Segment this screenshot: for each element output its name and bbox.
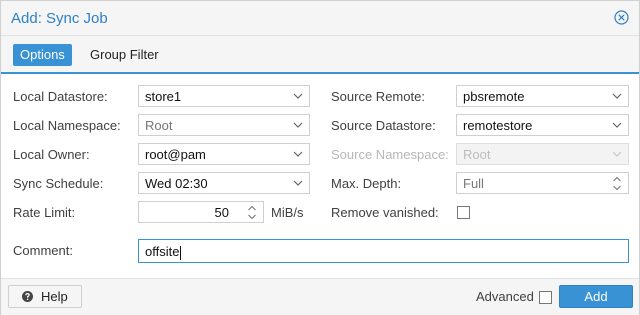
add-button[interactable]: Add [559, 285, 633, 308]
local-namespace-value: Root [145, 118, 173, 133]
comment-input[interactable]: offsite [138, 239, 629, 263]
chevron-down-icon[interactable] [293, 91, 303, 101]
dialog-footer: Help Advanced Add [1, 278, 639, 315]
tab-options[interactable]: Options [13, 44, 72, 66]
chevron-down-icon[interactable] [293, 120, 303, 130]
dialog-titlebar: Add: Sync Job [1, 1, 639, 36]
text-caret [180, 245, 182, 260]
max-depth-label: Max. Depth: [331, 176, 402, 191]
help-label: Help [41, 289, 68, 304]
source-namespace-value: Root [463, 147, 491, 162]
sync-job-dialog: Add: Sync Job Options Group Filter Local… [0, 0, 640, 315]
remove-vanished-checkbox[interactable] [457, 206, 470, 219]
local-owner-select[interactable]: root@pam [138, 143, 310, 165]
local-datastore-label: Local Datastore: [13, 89, 108, 104]
tab-bar: Options Group Filter [1, 36, 639, 74]
advanced-label: Advanced [476, 289, 534, 304]
dialog-title: Add: Sync Job [11, 10, 108, 27]
advanced-checkbox[interactable] [539, 291, 552, 304]
rate-limit-unit: MiB/s [271, 205, 304, 220]
source-namespace-label: Source Namespace: [331, 147, 449, 162]
chevron-down-icon [612, 151, 622, 157]
source-datastore-value: remotestore [463, 118, 533, 133]
local-owner-label: Local Owner: [13, 147, 90, 162]
comment-text: offsite [145, 244, 180, 259]
tab-group-filter[interactable]: Group Filter [83, 44, 166, 66]
source-namespace-select: Root [456, 143, 629, 165]
chevron-down-icon[interactable] [293, 178, 303, 188]
spinner-icon[interactable] [247, 204, 257, 221]
max-depth-value: Full [463, 176, 484, 191]
chevron-down-icon[interactable] [293, 149, 303, 159]
close-icon[interactable] [614, 10, 629, 25]
chevron-down-icon[interactable] [612, 91, 622, 101]
spinner-icon[interactable] [612, 175, 622, 192]
local-owner-value: root@pam [145, 147, 206, 162]
sync-schedule-label: Sync Schedule: [13, 176, 104, 191]
source-remote-select[interactable]: pbsremote [456, 85, 629, 107]
help-button[interactable]: Help [8, 285, 82, 308]
remove-vanished-label: Remove vanished: [331, 205, 439, 220]
rate-limit-value: 50 [214, 205, 229, 220]
local-datastore-value: store1 [145, 89, 182, 104]
sync-schedule-value: Wed 02:30 [145, 176, 208, 191]
source-remote-label: Source Remote: [331, 89, 425, 104]
source-remote-value: pbsremote [463, 89, 525, 104]
rate-limit-input[interactable]: 50 [138, 201, 264, 223]
chevron-down-icon[interactable] [612, 120, 622, 130]
local-datastore-select[interactable]: store1 [138, 85, 310, 107]
comment-label: Comment: [13, 243, 73, 258]
source-datastore-label: Source Datastore: [331, 118, 436, 133]
local-namespace-label: Local Namespace: [13, 118, 121, 133]
comment-value: offsite [145, 240, 182, 263]
max-depth-input[interactable]: Full [456, 172, 629, 194]
question-circle-icon [22, 291, 33, 302]
local-namespace-select[interactable]: Root [138, 114, 310, 136]
sync-schedule-select[interactable]: Wed 02:30 [138, 172, 310, 194]
source-datastore-select[interactable]: remotestore [456, 114, 629, 136]
rate-limit-label: Rate Limit: [13, 205, 76, 220]
